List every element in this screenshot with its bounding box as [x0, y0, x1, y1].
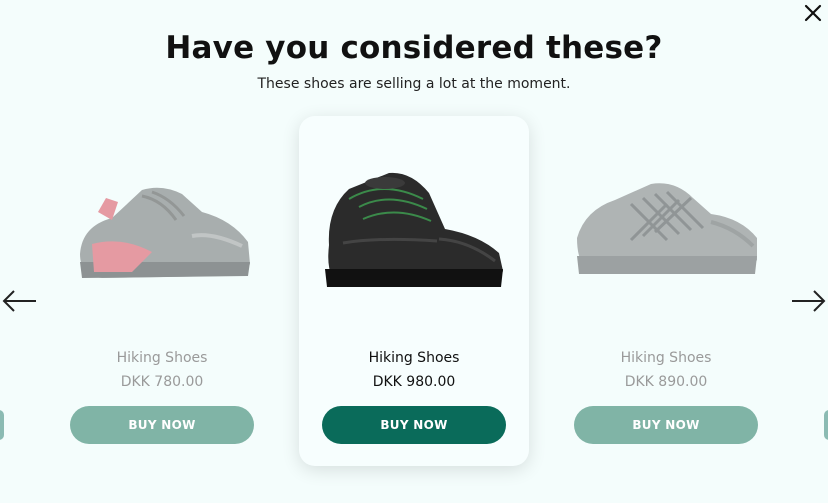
product-name: Hiking Shoes [116, 350, 208, 366]
black-work-boot-icon [325, 172, 503, 287]
offscreen-card-left [0, 410, 4, 440]
close-button[interactable] [802, 2, 824, 24]
product-name: Hiking Shoes [368, 350, 460, 366]
product-card[interactable]: Hiking Shoes DKK 780.00 BUY NOW [47, 116, 277, 466]
modal-subtitle: These shoes are selling a lot at the mom… [257, 76, 571, 92]
close-icon [804, 4, 822, 22]
product-name: Hiking Shoes [620, 350, 712, 366]
product-image[interactable] [299, 166, 529, 296]
offscreen-card-right [824, 410, 828, 440]
product-image[interactable] [47, 166, 277, 296]
gray-hiking-shoe-icon [577, 183, 757, 274]
carousel-next-button[interactable] [790, 287, 826, 315]
product-card[interactable]: Hiking Shoes DKK 890.00 BUY NOW [551, 116, 781, 466]
buy-now-button[interactable]: BUY NOW [70, 406, 254, 444]
gray-red-sneaker-icon [80, 187, 250, 278]
product-price: DKK 980.00 [372, 374, 456, 390]
buy-now-button[interactable]: BUY NOW [322, 406, 506, 444]
product-price: DKK 780.00 [120, 374, 204, 390]
modal-title: Have you considered these? [165, 30, 663, 66]
arrow-left-icon [2, 290, 36, 312]
product-price: DKK 890.00 [624, 374, 708, 390]
buy-now-button[interactable]: BUY NOW [574, 406, 758, 444]
carousel-prev-button[interactable] [2, 287, 38, 315]
product-card-featured[interactable]: Hiking Shoes DKK 980.00 BUY NOW [299, 116, 529, 466]
arrow-right-icon [792, 290, 826, 312]
product-image[interactable] [551, 166, 781, 296]
